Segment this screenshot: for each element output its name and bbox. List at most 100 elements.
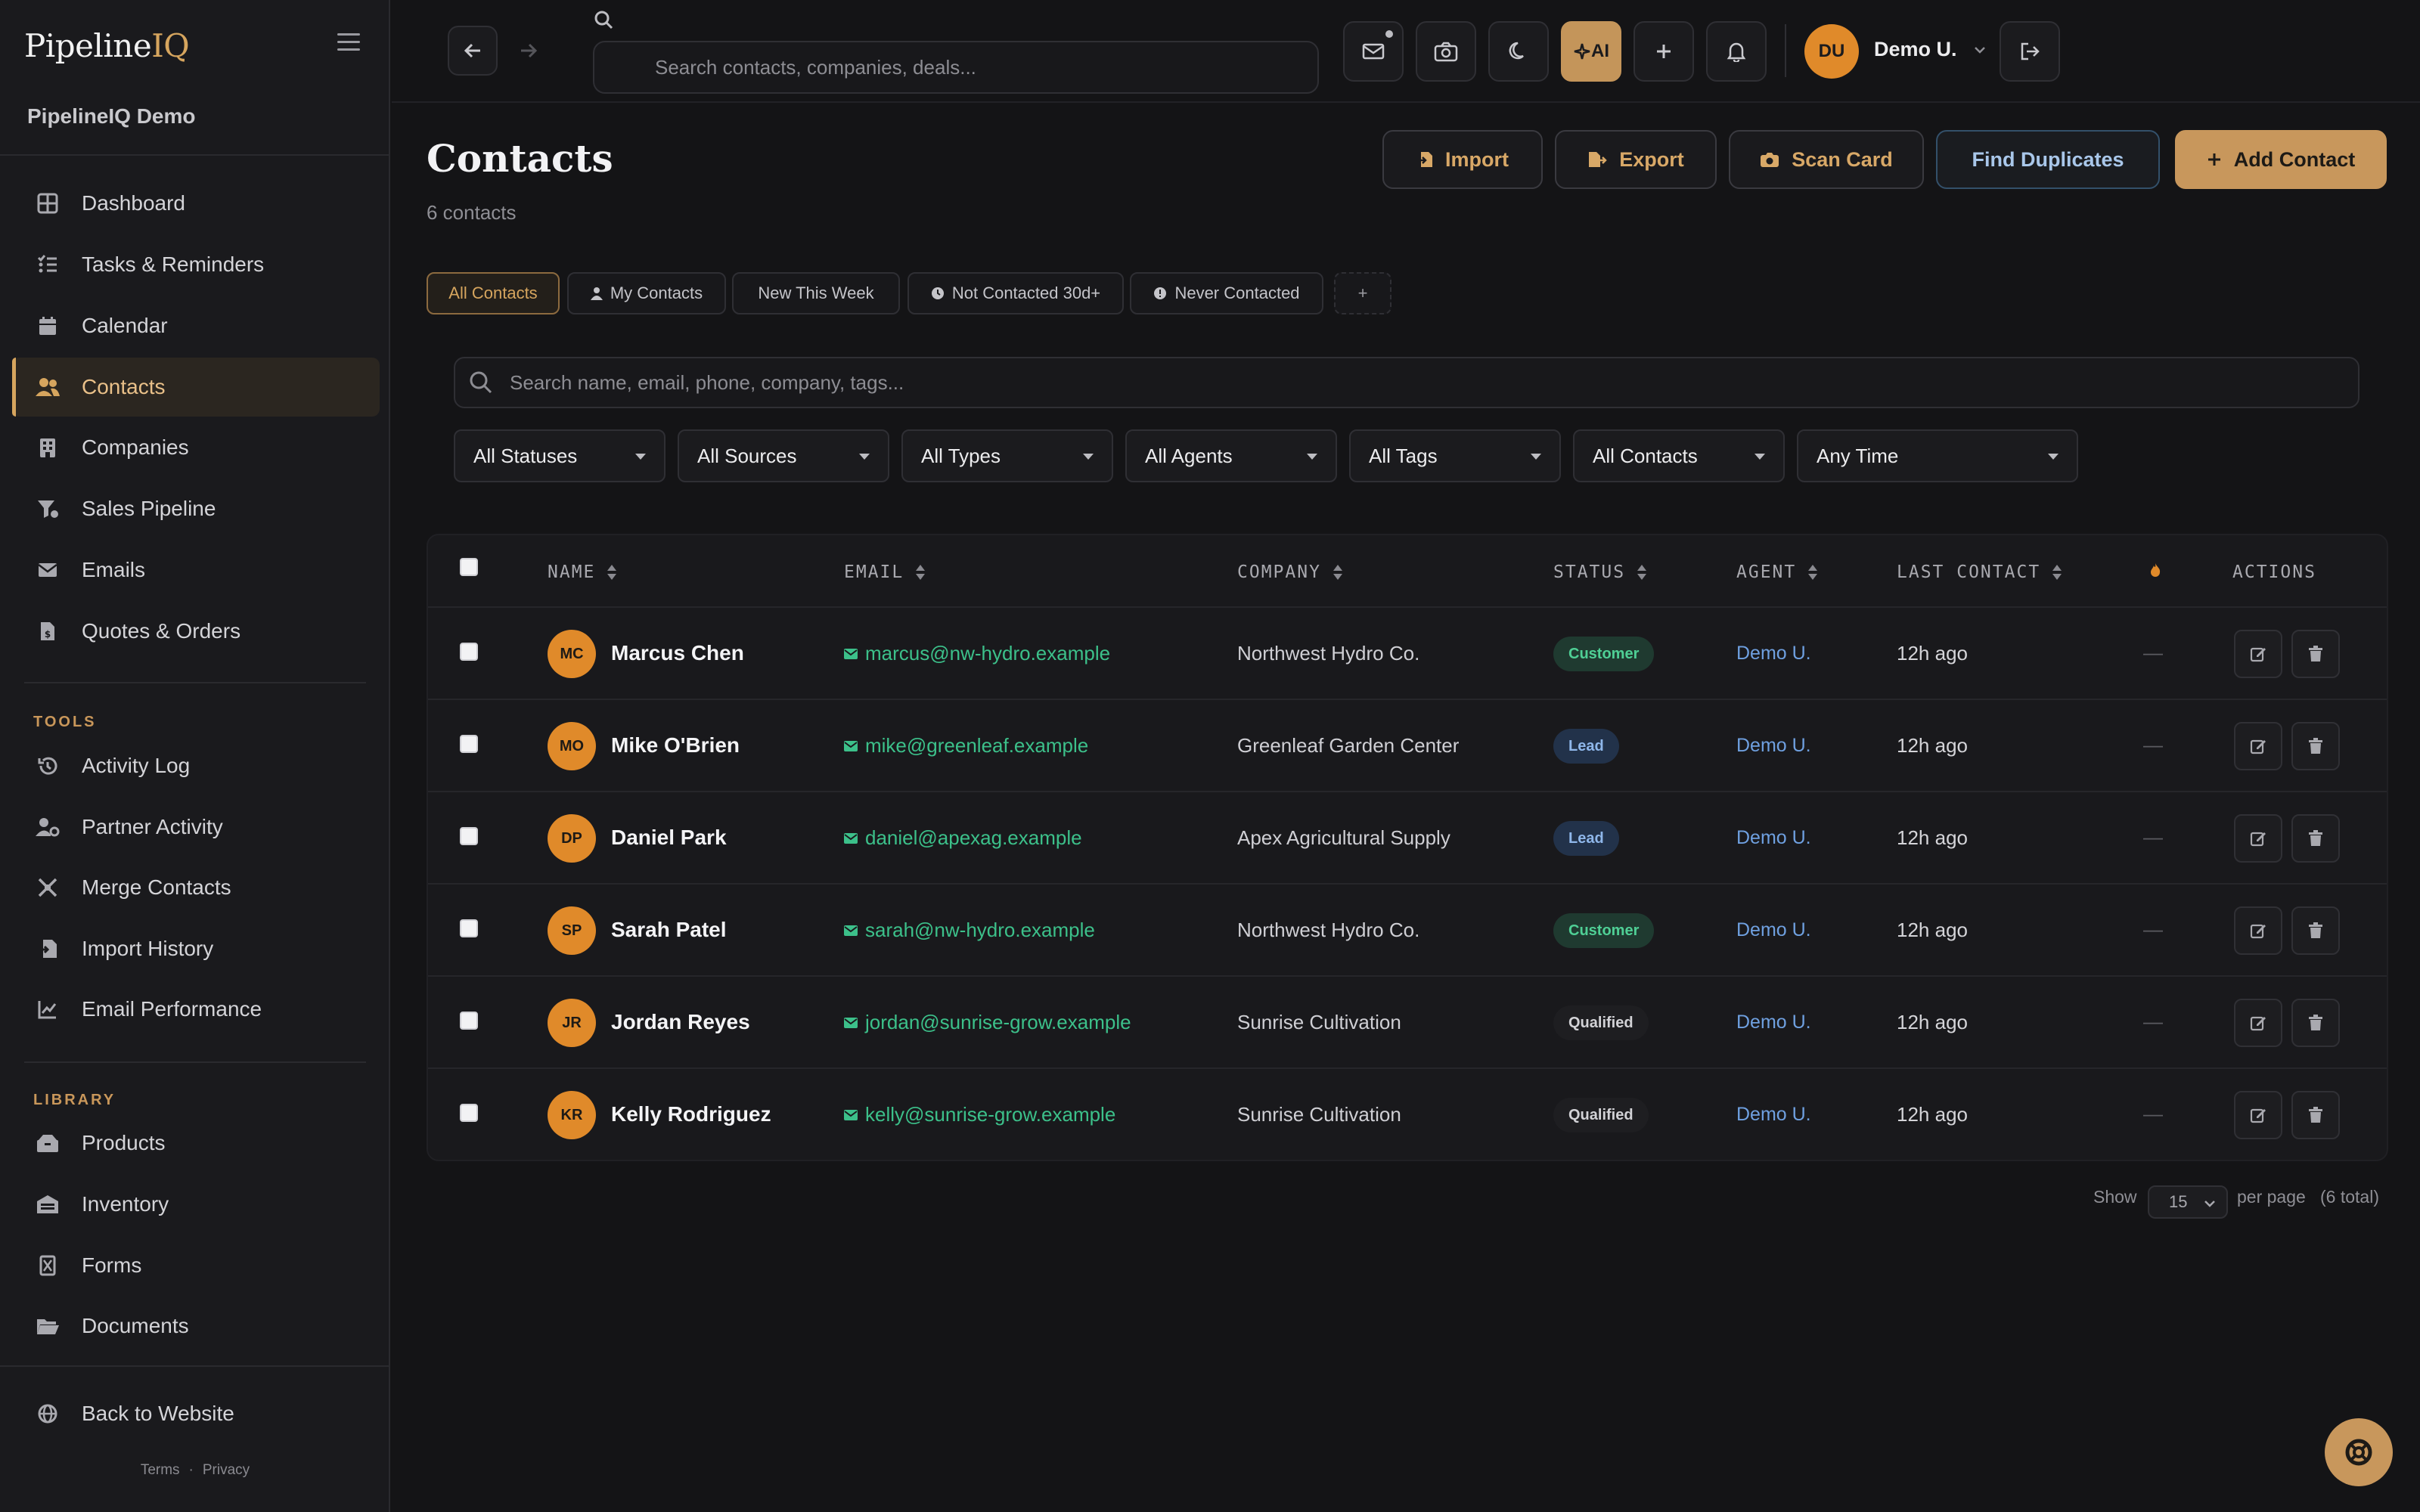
contact-agent[interactable]: Demo U. xyxy=(1736,735,1811,757)
contact-agent[interactable]: Demo U. xyxy=(1736,827,1811,849)
contact-agent[interactable]: Demo U. xyxy=(1736,1012,1811,1033)
tab-not-contacted[interactable]: Not Contacted 30d+ xyxy=(908,272,1124,314)
menu-toggle-icon[interactable] xyxy=(337,33,360,53)
sidebar-item-contacts[interactable]: Contacts xyxy=(12,358,380,417)
find-duplicates-button[interactable]: Find Duplicates xyxy=(1936,130,2160,189)
contact-agent[interactable]: Demo U. xyxy=(1736,643,1811,665)
inbox-button[interactable] xyxy=(1343,21,1404,82)
contact-email[interactable]: daniel@apexag.example xyxy=(844,826,1082,850)
table-row[interactable]: JR Jordan Reyes jordan@sunrise-grow.exampl… xyxy=(428,977,2387,1069)
delete-button[interactable] xyxy=(2291,722,2340,770)
sidebar-item-tasks[interactable]: Tasks & Reminders xyxy=(12,235,380,294)
user-name[interactable]: Demo U. xyxy=(1874,38,1957,61)
back-button[interactable] xyxy=(448,26,498,76)
tag-filter[interactable]: All Tags xyxy=(1349,429,1561,482)
column-company[interactable]: COMPANY xyxy=(1237,562,1342,582)
quick-add-button[interactable] xyxy=(1634,21,1694,82)
column-agent[interactable]: AGENT xyxy=(1736,562,1818,582)
edit-button[interactable] xyxy=(2234,722,2282,770)
delete-button[interactable] xyxy=(2291,906,2340,955)
contact-email[interactable]: sarah@nw-hydro.example xyxy=(844,919,1095,942)
sidebar-item-emails[interactable]: Emails xyxy=(12,541,380,600)
sidebar-item-partner-activity[interactable]: Partner Activity xyxy=(12,798,380,857)
delete-button[interactable] xyxy=(2291,814,2340,863)
chevron-down-icon[interactable] xyxy=(1974,45,1986,54)
sidebar-item-quotes[interactable]: $ Quotes & Orders xyxy=(12,602,380,661)
app-logo[interactable]: PipelineIQ xyxy=(24,27,190,64)
delete-button[interactable] xyxy=(2291,999,2340,1047)
global-search-input[interactable]: Search contacts, companies, deals... xyxy=(593,41,1319,94)
add-contact-button[interactable]: Add Contact xyxy=(2175,130,2387,189)
agent-filter[interactable]: All Agents xyxy=(1125,429,1337,482)
theme-toggle-button[interactable] xyxy=(1488,21,1549,82)
row-checkbox[interactable] xyxy=(460,1012,478,1030)
sidebar-item-merge-contacts[interactable]: Merge Contacts xyxy=(12,858,380,917)
column-name[interactable]: NAME xyxy=(548,562,617,582)
column-email[interactable]: EMAIL xyxy=(844,562,926,582)
tab-never-contacted[interactable]: Never Contacted xyxy=(1130,272,1323,314)
status-filter[interactable]: All Statuses xyxy=(454,429,666,482)
tab-all-contacts[interactable]: All Contacts xyxy=(427,272,560,314)
add-view-button[interactable]: + xyxy=(1334,272,1392,314)
contact-email[interactable]: mike@greenleaf.example xyxy=(844,734,1088,758)
contact-scope-filter[interactable]: All Contacts xyxy=(1573,429,1785,482)
sidebar-item-email-performance[interactable]: Email Performance xyxy=(12,980,380,1039)
edit-button[interactable] xyxy=(2234,999,2282,1047)
per-page-select[interactable]: 15 xyxy=(2148,1185,2228,1219)
table-row[interactable]: KR Kelly Rodriguez kelly@sunrise-grow.exam… xyxy=(428,1069,2387,1160)
contact-email[interactable]: kelly@sunrise-grow.example xyxy=(844,1103,1115,1126)
contact-name[interactable]: Daniel Park xyxy=(611,826,727,850)
contact-name[interactable]: Mike O'Brien xyxy=(611,733,740,758)
delete-button[interactable] xyxy=(2291,630,2340,678)
sidebar-item-calendar[interactable]: Calendar xyxy=(12,296,380,355)
sidebar-item-documents[interactable]: Documents xyxy=(12,1297,380,1356)
contact-name[interactable]: Kelly Rodriguez xyxy=(611,1102,771,1126)
export-button[interactable]: Export xyxy=(1555,130,1717,189)
row-checkbox[interactable] xyxy=(460,827,478,845)
help-button[interactable] xyxy=(2325,1418,2393,1486)
source-filter[interactable]: All Sources xyxy=(678,429,889,482)
user-avatar[interactable]: DU xyxy=(1804,24,1859,79)
edit-button[interactable] xyxy=(2234,814,2282,863)
contact-email[interactable]: jordan@sunrise-grow.example xyxy=(844,1011,1131,1034)
row-checkbox[interactable] xyxy=(460,1104,478,1122)
contact-search-input[interactable]: Search name, email, phone, company, tags… xyxy=(454,357,2360,408)
table-row[interactable]: MO Mike O'Brien mike@greenleaf.example Gree… xyxy=(428,700,2387,792)
time-filter[interactable]: Any Time xyxy=(1797,429,2078,482)
back-to-website-link[interactable]: Back to Website xyxy=(12,1384,380,1443)
ai-assistant-button[interactable]: AI xyxy=(1561,21,1621,82)
column-hot-score[interactable] xyxy=(2149,562,2161,578)
camera-button[interactable] xyxy=(1416,21,1476,82)
scan-card-button[interactable]: Scan Card xyxy=(1729,130,1924,189)
logout-button[interactable] xyxy=(2000,21,2060,82)
type-filter[interactable]: All Types xyxy=(901,429,1113,482)
edit-button[interactable] xyxy=(2234,1091,2282,1139)
contact-email[interactable]: marcus@nw-hydro.example xyxy=(844,642,1110,665)
sidebar-item-import-history[interactable]: Import History xyxy=(12,919,380,978)
import-button[interactable]: Import xyxy=(1382,130,1543,189)
row-checkbox[interactable] xyxy=(460,735,478,753)
forward-button[interactable] xyxy=(504,26,554,76)
row-checkbox[interactable] xyxy=(460,643,478,661)
table-row[interactable]: MC Marcus Chen marcus@nw-hydro.example Nort… xyxy=(428,608,2387,700)
tab-my-contacts[interactable]: My Contacts xyxy=(567,272,726,314)
contact-name[interactable]: Jordan Reyes xyxy=(611,1010,750,1034)
row-checkbox[interactable] xyxy=(460,919,478,937)
column-status[interactable]: STATUS xyxy=(1553,562,1647,582)
contact-name[interactable]: Sarah Patel xyxy=(611,918,727,942)
notifications-button[interactable] xyxy=(1706,21,1767,82)
sidebar-item-inventory[interactable]: Inventory xyxy=(12,1175,380,1234)
delete-button[interactable] xyxy=(2291,1091,2340,1139)
sidebar-item-dashboard[interactable]: Dashboard xyxy=(12,174,380,233)
privacy-link[interactable]: Privacy xyxy=(203,1462,250,1478)
sidebar-item-companies[interactable]: Companies xyxy=(12,418,380,477)
column-last-contact[interactable]: LAST CONTACT xyxy=(1897,562,2062,582)
edit-button[interactable] xyxy=(2234,906,2282,955)
edit-button[interactable] xyxy=(2234,630,2282,678)
contact-agent[interactable]: Demo U. xyxy=(1736,919,1811,941)
table-row[interactable]: DP Daniel Park daniel@apexag.example Apex A… xyxy=(428,792,2387,885)
contact-name[interactable]: Marcus Chen xyxy=(611,641,744,665)
select-all-checkbox[interactable] xyxy=(460,558,478,576)
terms-link[interactable]: Terms xyxy=(141,1462,180,1478)
sidebar-item-pipeline[interactable]: Sales Pipeline xyxy=(12,479,380,538)
